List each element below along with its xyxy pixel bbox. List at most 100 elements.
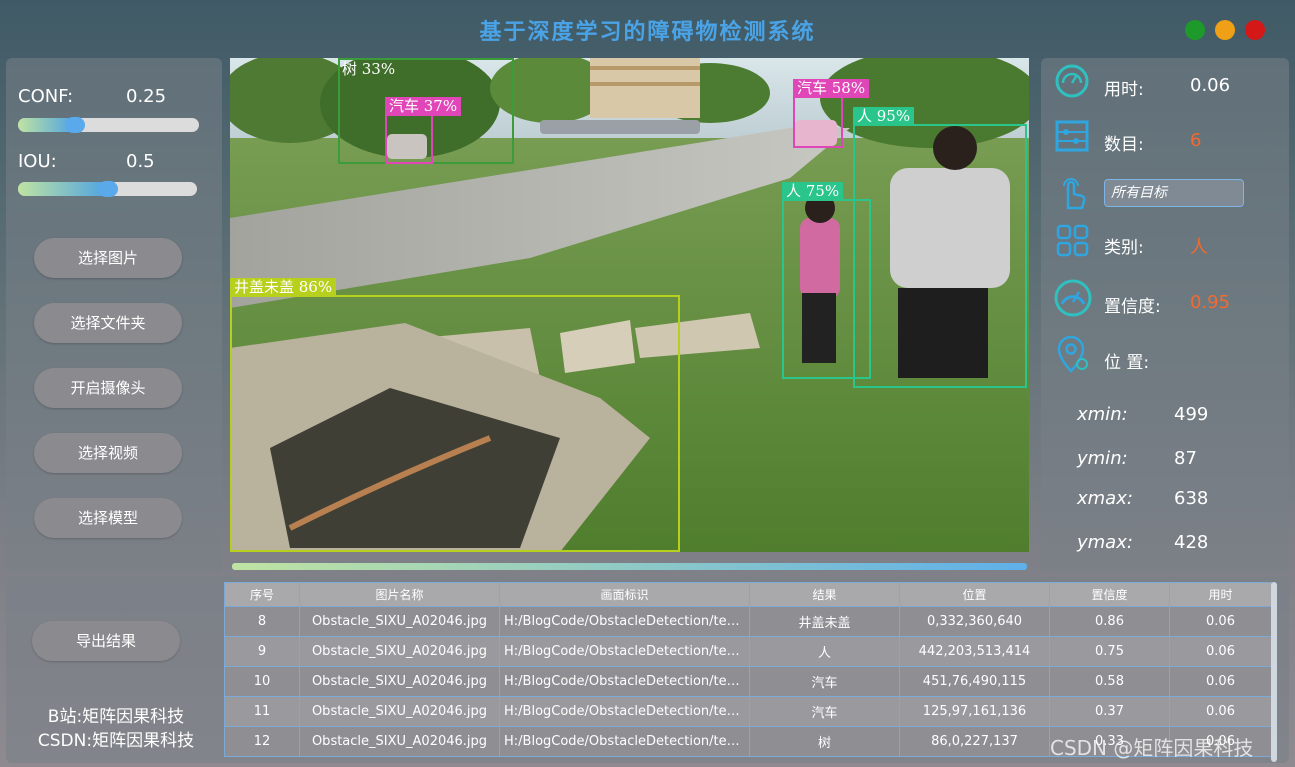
header-index[interactable]: 序号	[224, 582, 300, 607]
window-close-button[interactable]	[1245, 20, 1265, 40]
class-label: 类别:	[1104, 238, 1144, 258]
table-cell: Obstacle_SIXU_A02046.jpg	[299, 666, 500, 697]
detection-label: 汽车 37%	[385, 97, 462, 116]
table-row[interactable]: 9 Obstacle_SIXU_A02046.jpg H:/BlogCode/Obs…	[224, 636, 1272, 667]
table-cell: H:/BlogCode/ObstacleDetection/test...	[499, 726, 750, 757]
table-cell: 8	[224, 606, 300, 637]
table-cell: 9	[224, 636, 300, 667]
ymin-label: ymin:	[1077, 448, 1128, 469]
table-row[interactable]: 11 Obstacle_SIXU_A02046.jpg H:/BlogCode/Ob…	[224, 696, 1272, 727]
select-image-button[interactable]: 选择图片	[34, 238, 182, 278]
table-cell: Obstacle_SIXU_A02046.jpg	[299, 696, 500, 727]
iou-slider-fill	[18, 182, 108, 196]
detection-label: 人 75%	[782, 182, 844, 201]
table-cell: 井盖未盖	[749, 606, 900, 637]
detection-label: 汽车 58%	[793, 79, 870, 98]
conf-slider-handle[interactable]	[64, 117, 85, 133]
app-title: 基于深度学习的障碍物检测系统	[479, 19, 816, 45]
time-value: 0.06	[1190, 75, 1231, 96]
confidence-value: 0.95	[1190, 292, 1231, 313]
table-header-row: 序号 图片名称 画面标识 结果 位置 置信度 用时	[224, 582, 1272, 607]
gauge-icon	[1055, 64, 1089, 98]
table-cell: 86,0,227,137	[899, 726, 1050, 757]
target-select[interactable]: 所有目标	[1104, 179, 1244, 207]
results-table: 序号 图片名称 画面标识 结果 位置 置信度 用时 8 Obstacle_SIXU…	[224, 582, 1272, 757]
ymax-label: ymax:	[1077, 532, 1133, 553]
ymax-value: 428	[1174, 532, 1209, 553]
confidence-label: 置信度:	[1104, 297, 1161, 317]
detection-box: 井盖未盖 86%	[230, 278, 680, 552]
table-cell: 10	[224, 666, 300, 697]
table-cell: H:/BlogCode/ObstacleDetection/test...	[499, 666, 750, 697]
detection-box: 人 75%	[782, 182, 871, 379]
table-scrollbar[interactable]	[1271, 582, 1277, 762]
detection-label: 井盖未盖 86%	[230, 278, 337, 297]
grid-icon	[1056, 224, 1089, 257]
table-cell: H:/BlogCode/ObstacleDetection/test...	[499, 636, 750, 667]
tap-icon	[1063, 178, 1086, 210]
table-cell: 0.75	[1049, 636, 1170, 667]
detection-box: 人 95%	[853, 107, 1027, 388]
xmin-label: xmin:	[1077, 404, 1128, 425]
table-cell: 树	[749, 726, 900, 757]
table-cell: 0.06	[1169, 636, 1272, 667]
detection-box: 汽车 37%	[385, 97, 462, 164]
select-video-button[interactable]: 选择视频	[34, 433, 182, 473]
detection-label: 树 33%	[342, 60, 396, 78]
position-label: 位 置:	[1104, 353, 1150, 373]
select-model-button[interactable]: 选择模型	[34, 498, 182, 538]
header-result[interactable]: 结果	[749, 582, 900, 607]
iou-label: IOU:	[18, 151, 57, 172]
detection-label: 人 95%	[853, 107, 915, 126]
xmin-value: 499	[1174, 404, 1209, 425]
header-time[interactable]: 用时	[1169, 582, 1272, 607]
ymin-value: 87	[1174, 448, 1197, 469]
table-cell: 125,97,161,136	[899, 696, 1050, 727]
select-folder-button[interactable]: 选择文件夹	[34, 303, 182, 343]
csdn-credit: CSDN:矩阵因果科技	[37, 731, 195, 751]
header-position[interactable]: 位置	[899, 582, 1050, 607]
table-cell: 0.86	[1049, 606, 1170, 637]
table-cell: 人	[749, 636, 900, 667]
xmax-value: 638	[1174, 488, 1209, 509]
table-cell: 汽车	[749, 666, 900, 697]
table-cell: Obstacle_SIXU_A02046.jpg	[299, 606, 500, 637]
table-cell: 0.37	[1049, 696, 1170, 727]
progress-bar	[232, 563, 1027, 570]
detection-box: 汽车 58%	[793, 79, 870, 148]
window-green-button[interactable]	[1185, 20, 1205, 40]
bilibili-credit: B站:矩阵因果科技	[47, 707, 185, 727]
export-button[interactable]: 导出结果	[32, 621, 180, 661]
iou-value: 0.5	[126, 151, 155, 172]
table-cell: Obstacle_SIXU_A02046.jpg	[299, 636, 500, 667]
location-icon	[1057, 335, 1088, 373]
count-label: 数目:	[1104, 135, 1144, 155]
table-cell: H:/BlogCode/ObstacleDetection/test...	[499, 606, 750, 637]
conf-label: CONF:	[18, 86, 74, 107]
table-row[interactable]: 10 Obstacle_SIXU_A02046.jpg H:/BlogCode/Ob…	[224, 666, 1272, 697]
xmax-label: xmax:	[1077, 488, 1133, 509]
table-cell: 0.06	[1169, 666, 1272, 697]
class-value: 人	[1190, 237, 1208, 258]
table-cell: 0.06	[1169, 696, 1272, 727]
conf-value: 0.25	[126, 86, 167, 107]
table-row[interactable]: 8 Obstacle_SIXU_A02046.jpg H:/BlogCode/Obs…	[224, 606, 1272, 637]
conf-slider[interactable]	[18, 118, 199, 132]
table-cell: 汽车	[749, 696, 900, 727]
header-image-name[interactable]: 图片名称	[299, 582, 500, 607]
header-confidence[interactable]: 置信度	[1049, 582, 1170, 607]
table-cell: 0.06	[1169, 606, 1272, 637]
watermark: CSDN @矩阵因果科技	[1050, 736, 1254, 760]
speedometer-icon	[1054, 279, 1092, 317]
abacus-icon	[1055, 120, 1089, 152]
window-minimize-button[interactable]	[1215, 20, 1235, 40]
table-cell: 442,203,513,414	[899, 636, 1050, 667]
table-cell: 0.58	[1049, 666, 1170, 697]
open-camera-button[interactable]: 开启摄像头	[34, 368, 182, 408]
table-cell: 451,76,490,115	[899, 666, 1050, 697]
iou-slider-handle[interactable]	[97, 181, 118, 197]
count-value: 6	[1190, 130, 1202, 151]
header-source[interactable]: 画面标识	[499, 582, 750, 607]
table-cell: 0,332,360,640	[899, 606, 1050, 637]
table-cell: 11	[224, 696, 300, 727]
